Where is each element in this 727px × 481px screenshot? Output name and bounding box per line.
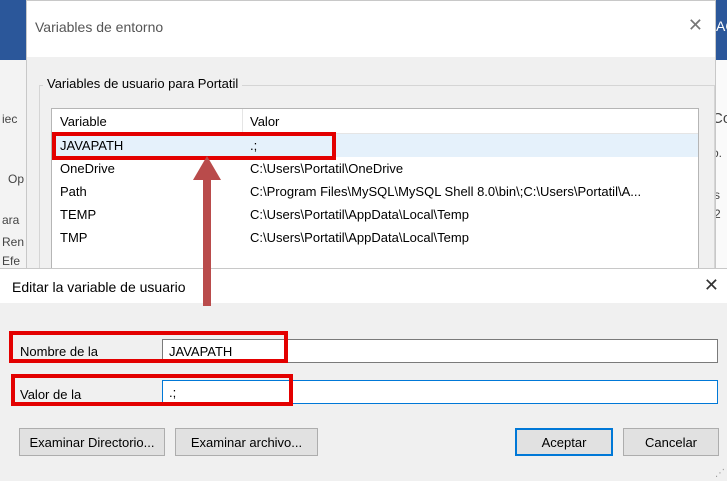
- table-row[interactable]: TEMP C:\Users\Portatil\AppData\Local\Tem…: [52, 203, 698, 226]
- background-text-fragment: Op: [8, 172, 25, 186]
- close-icon[interactable]: ✕: [704, 275, 719, 296]
- variable-name-cell: Path: [60, 184, 87, 199]
- background-text-fragment: ara: [2, 213, 20, 227]
- variable-value-cell: C:\Users\Portatil\AppData\Local\Temp: [250, 230, 469, 245]
- column-header-variable[interactable]: Variable: [60, 114, 107, 129]
- table-row[interactable]: OneDrive C:\Users\Portatil\OneDrive: [52, 157, 698, 180]
- background-text-fragment: iec: [2, 112, 18, 126]
- edit-dialog-titlebar: Editar la variable de usuario ✕: [0, 269, 727, 303]
- annotation-highlight-name: [9, 331, 288, 363]
- cancel-button[interactable]: Cancelar: [623, 428, 719, 456]
- background-text-fragment: Efe: [2, 254, 21, 268]
- annotation-arrow-shaft: [203, 178, 211, 306]
- arrow-up-icon: [193, 156, 221, 180]
- variable-value-cell: C:\Program Files\MySQL\MySQL Shell 8.0\b…: [250, 184, 642, 199]
- edit-dialog-title: Editar la variable de usuario: [12, 279, 186, 295]
- variable-value-cell: C:\Users\Portatil\OneDrive: [250, 161, 404, 176]
- resize-grip-icon[interactable]: ⋰: [715, 468, 725, 479]
- annotation-highlight-value: [11, 374, 293, 406]
- browse-directory-button[interactable]: Examinar Directorio...: [19, 428, 165, 456]
- background-title-fragment: AC: [716, 18, 727, 34]
- background-app-header: [0, 0, 26, 60]
- variable-name-cell: TEMP: [60, 207, 97, 222]
- background-text-fragment: Ren: [2, 235, 25, 249]
- user-variables-group-label: Variables de usuario para Portatil: [43, 76, 243, 91]
- background-app-header-right: AC: [716, 0, 727, 60]
- variable-name-cell: TMP: [60, 230, 88, 245]
- env-window-titlebar: Variables de entorno ✕: [27, 1, 715, 57]
- table-header: Variable Valor: [52, 109, 698, 134]
- column-separator[interactable]: [242, 109, 243, 133]
- close-icon[interactable]: ✕: [688, 15, 703, 36]
- table-row[interactable]: Path C:\Program Files\MySQL\MySQL Shell …: [52, 180, 698, 203]
- env-window-title: Variables de entorno: [35, 19, 164, 35]
- table-row[interactable]: TMP C:\Users\Portatil\AppData\Local\Temp: [52, 226, 698, 249]
- ok-button[interactable]: Aceptar: [515, 428, 613, 456]
- browse-file-button[interactable]: Examinar archivo...: [175, 428, 318, 456]
- variable-name-cell: OneDrive: [60, 161, 115, 176]
- column-header-value[interactable]: Valor: [250, 114, 279, 129]
- variable-value-cell: C:\Users\Portatil\AppData\Local\Temp: [250, 207, 469, 222]
